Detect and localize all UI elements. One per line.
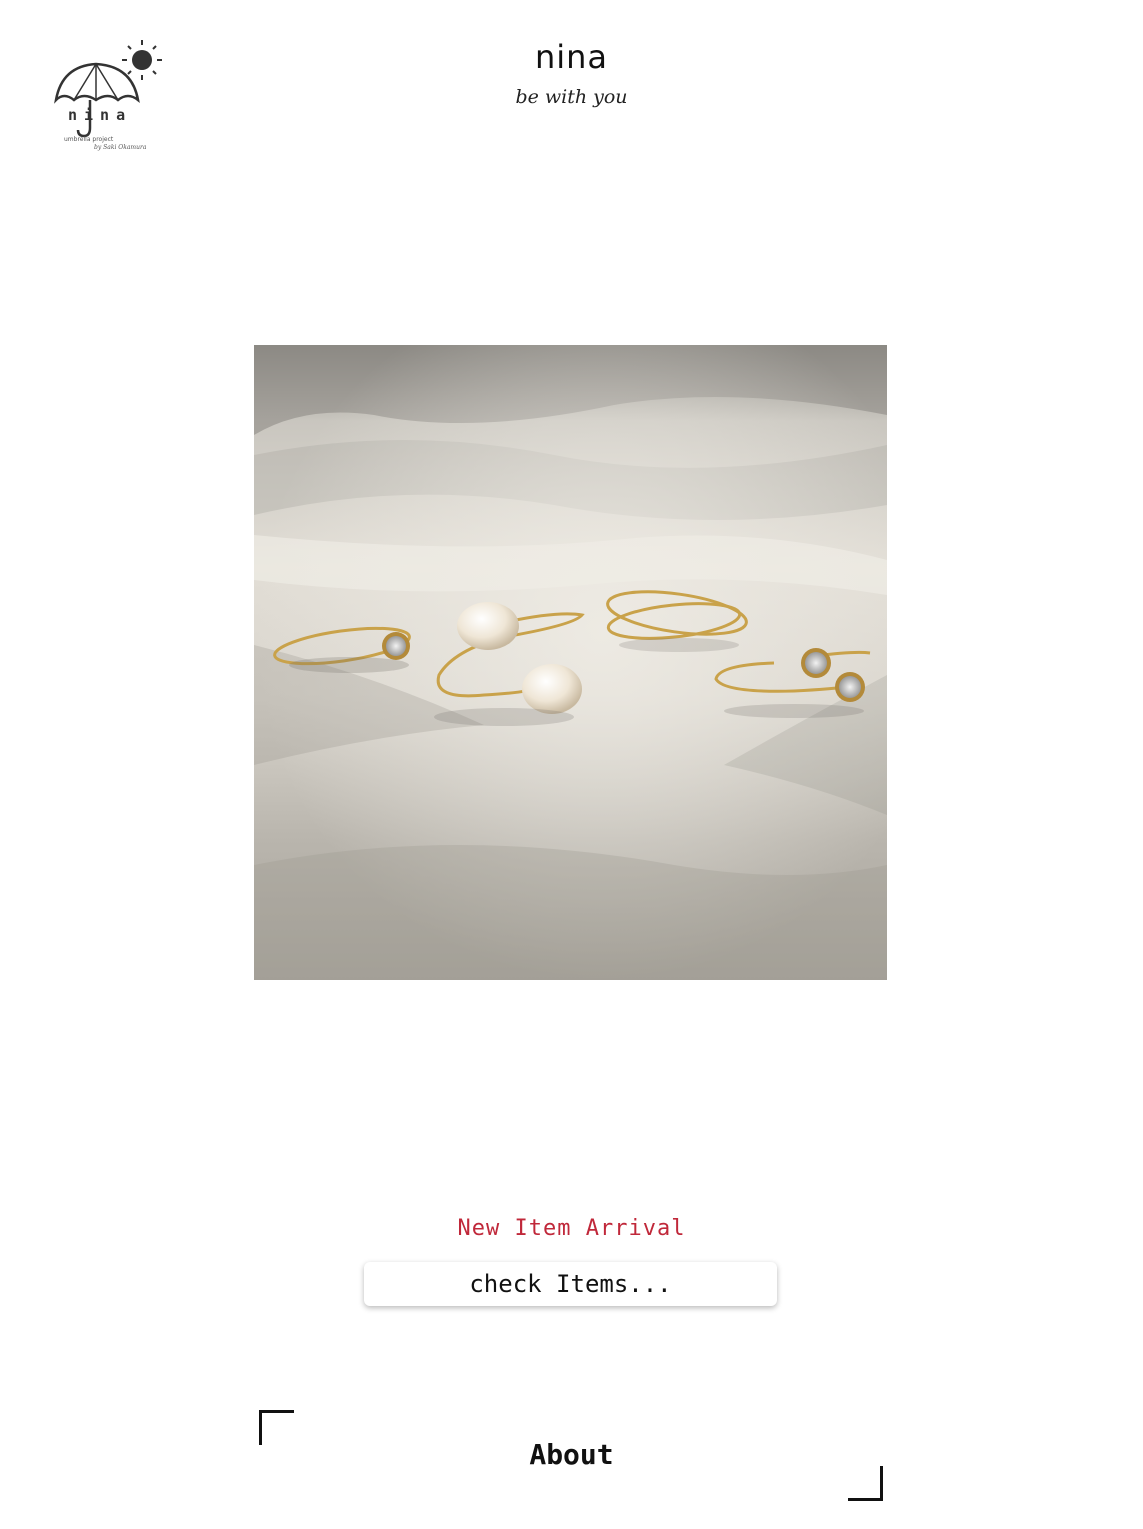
page-title[interactable]: nina [0, 38, 1143, 76]
check-items-button[interactable]: check Items... [364, 1262, 777, 1306]
tagline: be with you [515, 86, 628, 108]
logo-wordmark: nina [68, 106, 132, 124]
about-heading: About [529, 1438, 614, 1471]
hero-image[interactable] [254, 345, 887, 980]
logo-signature: by Saki Okamura [94, 144, 147, 151]
new-item-arrival-label: New Item Arrival [457, 1216, 686, 1241]
rings-photo [254, 345, 887, 980]
corner-bracket-bottom-right [848, 1466, 883, 1501]
logo-subtitle: umbrella project [64, 136, 114, 143]
